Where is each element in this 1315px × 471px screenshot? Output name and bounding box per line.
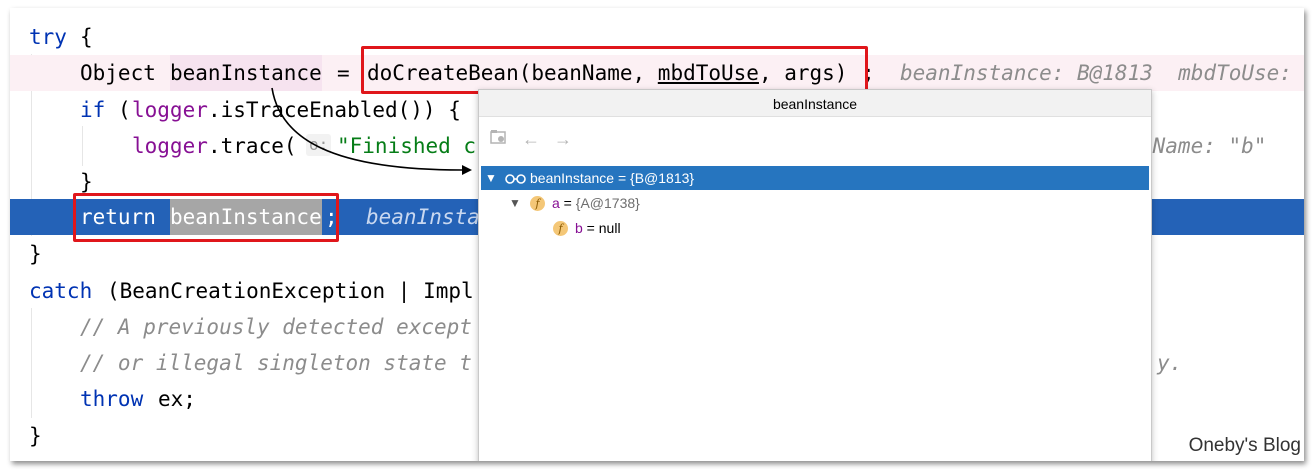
keyword-catch: catch bbox=[29, 279, 93, 303]
node-name: a bbox=[552, 195, 560, 211]
expand-triangle-icon[interactable]: ▼ bbox=[509, 191, 521, 215]
forward-arrow-icon[interactable]: → bbox=[553, 129, 573, 149]
tree-row-a[interactable]: ▼ f a = {A@1738} bbox=[481, 191, 1149, 215]
field-icon: f bbox=[553, 221, 568, 236]
node-value: {B@1813} bbox=[630, 170, 695, 186]
node-value: {A@1738} bbox=[575, 195, 640, 211]
comment-tail: y. bbox=[1157, 351, 1183, 375]
inline-debug-value: nName: "b" bbox=[1140, 134, 1267, 158]
annotation-arrow bbox=[271, 87, 472, 175]
expand-triangle-icon[interactable]: ▼ bbox=[485, 166, 497, 190]
node-op: = bbox=[559, 195, 576, 211]
inline-debug-value: beanInstance: B@1813 mbdToUse: bbox=[900, 61, 1292, 85]
node-name: b bbox=[575, 220, 583, 236]
comment: // A previously detected except bbox=[80, 315, 472, 339]
keyword-throw: throw bbox=[80, 387, 144, 411]
comment: // or illegal singleton state t bbox=[80, 351, 472, 375]
inline-debug-value: beanInsta bbox=[366, 205, 480, 229]
blog-watermark: Oneby's Blog bbox=[1188, 435, 1301, 456]
catch-clause: (BeanCreationException | Impl bbox=[107, 279, 474, 303]
back-arrow-icon[interactable]: ← bbox=[521, 129, 541, 149]
tree-node-label: b = null bbox=[575, 216, 621, 240]
throw-expression: ex; bbox=[158, 387, 196, 411]
node-value: null bbox=[598, 220, 621, 236]
node-op: = bbox=[614, 170, 631, 186]
variable-inspector-popup[interactable]: beanInstance ← → ▼ beanInstance = {B@181… bbox=[478, 89, 1152, 461]
node-op: = bbox=[582, 220, 599, 236]
tree-row-b[interactable]: f b = null bbox=[481, 216, 1149, 240]
popup-toolbar: ← → bbox=[479, 126, 1151, 152]
tree-node-label: a = {A@1738} bbox=[552, 191, 640, 215]
brace: } bbox=[29, 242, 42, 266]
brace: } bbox=[29, 424, 42, 448]
code-editor[interactable]: try { Object beanInstance = doCreateBean… bbox=[10, 8, 1304, 461]
node-name: beanInstance bbox=[530, 170, 615, 186]
watch-glasses-icon bbox=[505, 174, 526, 184]
tree-node-label: beanInstance = {B@1813} bbox=[530, 166, 694, 190]
field-icon: f bbox=[530, 196, 545, 211]
screenshot-icon[interactable] bbox=[489, 129, 509, 149]
annotation-box-return bbox=[73, 193, 339, 242]
popup-title: beanInstance bbox=[479, 90, 1151, 117]
tree-row-beanInstance[interactable]: ▼ beanInstance = {B@1813} bbox=[481, 166, 1149, 190]
